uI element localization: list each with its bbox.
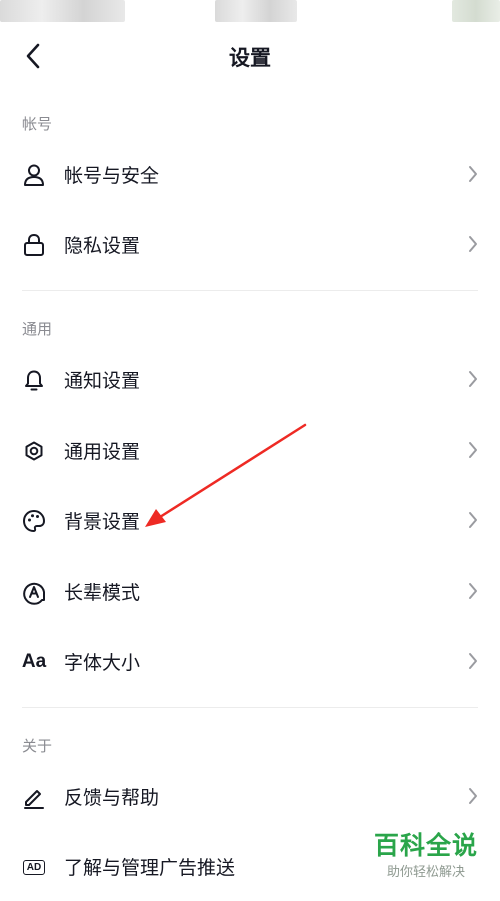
section-title-account: 帐号: [22, 115, 53, 133]
chevron-right-icon: [466, 580, 480, 602]
row-label: 通用设置: [64, 440, 141, 463]
chevron-right-icon: [466, 509, 480, 531]
row-elder-mode[interactable]: 长辈模式: [0, 556, 500, 626]
nav-bar: 设置: [0, 28, 500, 84]
chevron-right-icon: [466, 650, 480, 672]
section-divider: [22, 707, 478, 708]
chevron-right-icon: [466, 163, 480, 185]
row-label: 通知设置: [64, 369, 141, 392]
user-icon: [20, 161, 48, 189]
blurred-status-right: [452, 0, 500, 22]
watermark: 百科全说 助你轻松解决: [362, 826, 490, 880]
watermark-subtitle: 助你轻松解决: [386, 865, 465, 880]
chevron-right-icon: [466, 233, 480, 255]
lock-icon: [20, 231, 48, 259]
palette-icon: [20, 507, 48, 535]
section-title-about: 关于: [22, 737, 53, 755]
row-label: 帐号与安全: [64, 164, 160, 187]
chevron-right-icon: [466, 785, 480, 807]
row-background-settings[interactable]: 背景设置: [0, 485, 500, 555]
font-size-icon: Aa: [21, 651, 47, 672]
row-label: 反馈与帮助: [64, 786, 160, 809]
chevron-right-icon: [466, 368, 480, 390]
elder-mode-icon: [20, 578, 48, 606]
ad-icon: AD: [20, 853, 48, 881]
row-feedback-help[interactable]: 反馈与帮助: [0, 761, 500, 831]
blurred-status-left: [0, 0, 125, 22]
section-divider: [22, 290, 478, 291]
row-privacy-settings[interactable]: 隐私设置: [0, 209, 500, 279]
page-title: 设置: [229, 46, 271, 70]
status-bar: [0, 0, 500, 26]
bell-icon: [20, 366, 48, 394]
row-general-settings[interactable]: 通用设置: [0, 415, 500, 485]
section-title-general: 通用: [22, 320, 53, 338]
row-label: 字体大小: [64, 651, 141, 674]
chevron-right-icon: [466, 439, 480, 461]
row-label: 背景设置: [64, 510, 141, 533]
watermark-title: 百科全说: [373, 831, 478, 860]
gear-icon: [20, 437, 48, 465]
row-font-size[interactable]: Aa 字体大小: [0, 626, 500, 696]
row-notification-settings[interactable]: 通知设置: [0, 344, 500, 414]
row-label: 长辈模式: [64, 581, 141, 604]
pencil-icon: [20, 783, 48, 811]
row-account-security[interactable]: 帐号与安全: [0, 139, 500, 209]
row-label: 隐私设置: [64, 234, 141, 257]
blurred-status-center: [215, 0, 297, 22]
row-label: 了解与管理广告推送: [64, 856, 236, 879]
